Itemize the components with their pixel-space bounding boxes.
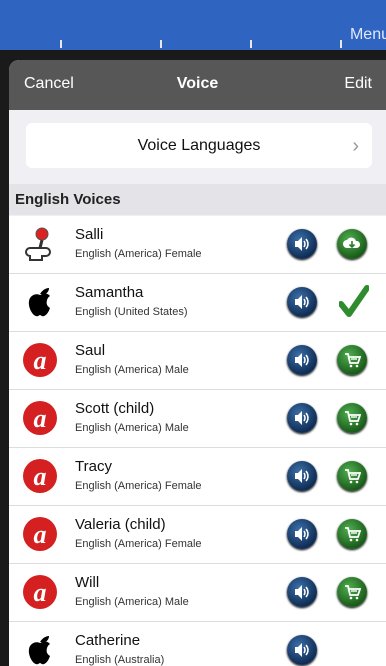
svg-text:a: a: [34, 578, 47, 607]
voice-row[interactable]: a Tracy English (America) Female: [9, 448, 386, 506]
voice-name: Tracy: [75, 458, 112, 475]
voice-description: English (America) Female: [75, 480, 202, 492]
chevron-right-icon: ›: [352, 135, 359, 157]
apple-icon: [22, 632, 58, 666]
voice-name: Samantha: [75, 284, 144, 301]
acapela-icon: a: [22, 458, 58, 494]
grid-divider: [160, 40, 162, 48]
svg-text:a: a: [34, 346, 47, 375]
menu-button[interactable]: Menu: [350, 26, 386, 44]
speaker-icon[interactable]: [287, 519, 317, 549]
voice-row[interactable]: Samantha English (United States): [9, 274, 386, 332]
voice-name: Scott (child): [75, 400, 155, 417]
acapela-icon: a: [22, 574, 58, 610]
page-title: Voice: [176, 75, 219, 92]
edit-button[interactable]: Edit: [344, 75, 372, 93]
voice-languages-label: Voice Languages: [137, 137, 261, 154]
voice-description: English (America) Female: [75, 538, 202, 550]
checkmark-icon: [338, 284, 370, 318]
voice-row[interactable]: a Saul English (America) Male: [9, 332, 386, 390]
speaker-icon[interactable]: [287, 345, 317, 375]
voice-row[interactable]: Salli English (America) Female: [9, 216, 386, 274]
apple-icon: [22, 284, 58, 320]
acapela-icon: a: [22, 516, 58, 552]
voice-name: Saul: [75, 342, 106, 359]
robot-icon: [22, 226, 58, 262]
grid-divider: [340, 40, 342, 48]
svg-text:a: a: [34, 404, 47, 433]
voice-description: English (Australia): [75, 654, 165, 666]
voice-sheet: Cancel Voice Edit Voice Languages › Engl…: [9, 60, 386, 666]
acapela-icon: a: [22, 400, 58, 436]
voice-description: English (United States): [75, 306, 188, 318]
acapela-icon: a: [22, 342, 58, 378]
section-header: English Voices: [9, 184, 386, 215]
section-title: English Voices: [15, 191, 121, 208]
svg-text:a: a: [34, 462, 47, 491]
voice-description: English (America) Male: [75, 364, 189, 376]
background-app-header: Menu: [0, 0, 386, 50]
speaker-icon[interactable]: [287, 577, 317, 607]
voice-row[interactable]: a Will English (America) Male: [9, 564, 386, 622]
cart-icon[interactable]: [337, 577, 367, 607]
voice-description: English (America) Male: [75, 422, 189, 434]
voice-row[interactable]: a Scott (child) English (America) Male: [9, 390, 386, 448]
speaker-icon[interactable]: [287, 635, 317, 665]
voice-description: English (America) Male: [75, 596, 189, 608]
grid-divider: [60, 40, 62, 48]
voice-row[interactable]: a Valeria (child) English (America) Female: [9, 506, 386, 564]
svg-text:a: a: [34, 520, 47, 549]
voice-name: Salli: [75, 226, 104, 243]
speaker-icon[interactable]: [287, 461, 317, 491]
grid-divider: [250, 40, 252, 48]
voice-name: Valeria (child): [75, 516, 166, 533]
navigation-bar: Cancel Voice Edit: [9, 60, 386, 110]
cart-icon[interactable]: [337, 519, 367, 549]
voice-languages-button[interactable]: Voice Languages ›: [26, 123, 372, 168]
voice-name: Catherine: [75, 632, 141, 649]
speaker-icon[interactable]: [287, 229, 317, 259]
cart-icon[interactable]: [337, 345, 367, 375]
cart-icon[interactable]: [337, 461, 367, 491]
speaker-icon[interactable]: [287, 403, 317, 433]
voice-name: Will: [75, 574, 100, 591]
download-icon[interactable]: [337, 229, 367, 259]
voice-list: Salli English (America) Female Samantha Eng…: [9, 216, 386, 666]
voice-description: English (America) Female: [75, 248, 202, 260]
speaker-icon[interactable]: [287, 287, 317, 317]
voice-row[interactable]: Catherine English (Australia): [9, 622, 386, 666]
cart-icon[interactable]: [337, 403, 367, 433]
